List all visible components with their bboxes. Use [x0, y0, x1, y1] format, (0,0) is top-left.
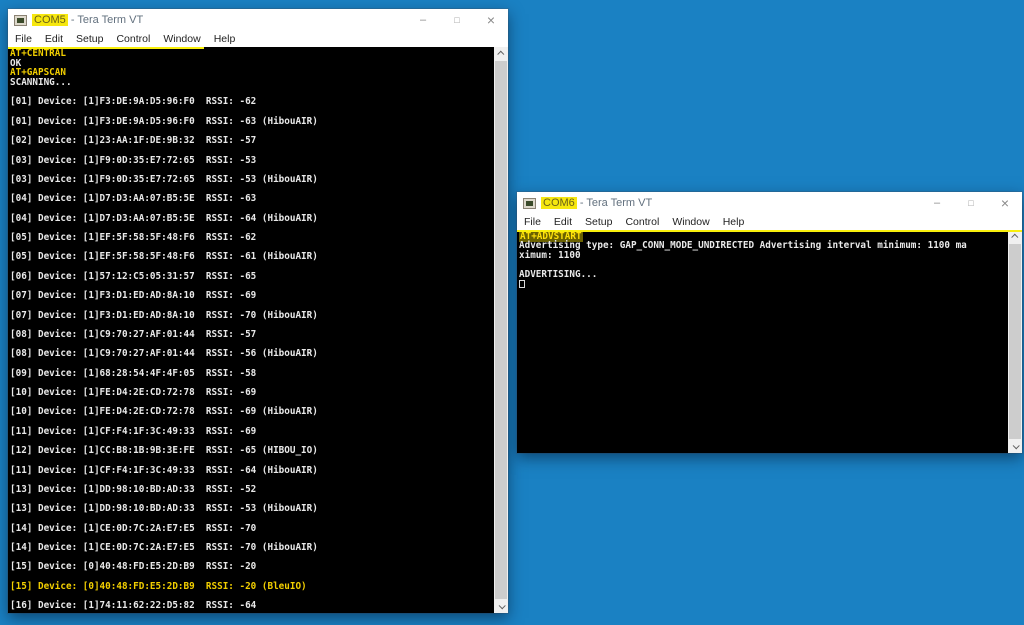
menu-setup[interactable]: Setup [585, 216, 612, 228]
terminal-line: [14] Device: [1]CE:0D:7C:2A:E7:E5 RSSI: … [10, 524, 492, 534]
teraterm-app-icon [14, 15, 27, 26]
menu-edit[interactable]: Edit [554, 216, 572, 228]
terminal-line: [15] Device: [0]40:48:FD:E5:2D:B9 RSSI: … [10, 562, 492, 572]
scroll-down-button[interactable] [1008, 440, 1022, 453]
terminal-line: [16] Device: [1]74:11:62:22:D5:82 RSSI: … [10, 601, 492, 611]
maximize-icon: □ [968, 198, 973, 208]
vertical-scrollbar[interactable] [1008, 230, 1022, 453]
terminal-line: Advertising type: GAP_CONN_MODE_UNDIRECT… [519, 241, 1006, 250]
maximize-button[interactable]: □ [954, 192, 988, 214]
terminal-line: [09] Device: [1]68:28:54:4F:4F:05 RSSI: … [10, 369, 492, 379]
terminal-line: [12] Device: [1]CC:B8:1B:9B:3E:FE RSSI: … [10, 446, 492, 456]
terminal-line: [06] Device: [1]57:12:C5:05:31:57 RSSI: … [10, 272, 492, 282]
terminal-line: [07] Device: [1]F3:D1:ED:AD:8A:10 RSSI: … [10, 291, 492, 301]
chevron-up-icon [1011, 234, 1018, 241]
terminal-line: [11] Device: [1]CF:F4:1F:3C:49:33 RSSI: … [10, 427, 492, 437]
scrollbar-thumb[interactable] [1009, 244, 1021, 439]
terminal-window-com6: COM6 - Tera Term VT – □ × File Edit Setup C… [517, 192, 1022, 453]
terminal-window-com5: COM5 - Tera Term VT – □ × File Edit Setup C… [8, 9, 508, 613]
title-suffix: - Tera Term VT [577, 197, 652, 209]
menu-file[interactable]: File [524, 216, 541, 228]
terminal-screen[interactable]: AT+CENTRALOKAT+GAPSCANSCANNING... [01] D… [8, 47, 508, 613]
yellow-highlight-marker [517, 230, 1022, 232]
close-icon: × [1001, 195, 1009, 211]
terminal-line: [03] Device: [1]F9:0D:35:E7:72:65 RSSI: … [10, 175, 492, 185]
terminal-line: [01] Device: [1]F3:DE:9A:D5:96:F0 RSSI: … [10, 117, 492, 127]
terminal-line: [03] Device: [1]F9:0D:35:E7:72:65 RSSI: … [10, 156, 492, 166]
terminal-line: AT+GAPSCAN [10, 68, 492, 78]
terminal-line: [01] Device: [1]F3:DE:9A:D5:96:F0 RSSI: … [10, 97, 492, 107]
close-button[interactable]: × [474, 9, 508, 31]
terminal-line: [04] Device: [1]D7:D3:AA:07:B5:5E RSSI: … [10, 194, 492, 204]
terminal-line: [05] Device: [1]EF:5F:58:5F:48:F6 RSSI: … [10, 233, 492, 243]
close-icon: × [487, 12, 495, 28]
minimize-icon: – [420, 14, 426, 26]
minimize-icon: – [934, 197, 940, 209]
terminal-line: [05] Device: [1]EF:5F:58:5F:48:F6 RSSI: … [10, 252, 492, 262]
terminal-line: [13] Device: [1]DD:98:10:BD:AD:33 RSSI: … [10, 504, 492, 514]
terminal-line: [02] Device: [1]23:AA:1F:DE:9B:32 RSSI: … [10, 136, 492, 146]
text-cursor [519, 280, 525, 288]
scroll-down-button[interactable] [494, 600, 508, 613]
chevron-down-icon [1012, 442, 1019, 449]
titlebar[interactable]: COM6 - Tera Term VT – □ × [517, 192, 1022, 214]
menu-window[interactable]: Window [163, 33, 200, 45]
scrollbar-thumb[interactable] [495, 61, 507, 599]
menu-help[interactable]: Help [723, 216, 745, 228]
menu-window[interactable]: Window [672, 216, 709, 228]
titlebar[interactable]: COM5 - Tera Term VT – □ × [8, 9, 508, 31]
terminal-line: [07] Device: [1]F3:D1:ED:AD:8A:10 RSSI: … [10, 311, 492, 321]
menu-file[interactable]: File [15, 33, 32, 45]
terminal-line: [08] Device: [1]C9:70:27:AF:01:44 RSSI: … [10, 349, 492, 359]
window-controls: – □ × [920, 192, 1022, 214]
terminal-line: [11] Device: [1]CF:F4:1F:3C:49:33 RSSI: … [10, 466, 492, 476]
window-title: COM6 - Tera Term VT [541, 197, 652, 209]
terminal-output: AT+CENTRALOKAT+GAPSCANSCANNING... [01] D… [10, 49, 492, 613]
terminal-line: AT+CENTRAL [10, 49, 492, 59]
port-highlight: COM6 [541, 197, 577, 209]
vertical-scrollbar[interactable] [494, 47, 508, 613]
menu-bar: File Edit Setup Control Window Help [517, 214, 1022, 230]
terminal-line: ADVERTISING... [519, 270, 1006, 279]
window-title: COM5 - Tera Term VT [32, 14, 143, 26]
terminal-screen[interactable]: AT+ADVSTARTAdvertising type: GAP_CONN_MO… [517, 230, 1022, 453]
terminal-line: [04] Device: [1]D7:D3:AA:07:B5:5E RSSI: … [10, 214, 492, 224]
terminal-line: ximum: 1100 [519, 251, 1006, 260]
menu-control[interactable]: Control [625, 216, 659, 228]
chevron-up-icon [497, 51, 504, 58]
menu-setup[interactable]: Setup [76, 33, 103, 45]
terminal-line: OK [10, 59, 492, 69]
terminal-line [519, 279, 1006, 288]
terminal-line: [10] Device: [1]FE:D4:2E:CD:72:78 RSSI: … [10, 388, 492, 398]
terminal-output: AT+ADVSTARTAdvertising type: GAP_CONN_MO… [519, 232, 1006, 288]
yellow-highlight-marker [8, 47, 204, 49]
terminal-line: [14] Device: [1]CE:0D:7C:2A:E7:E5 RSSI: … [10, 543, 492, 553]
menu-edit[interactable]: Edit [45, 33, 63, 45]
terminal-line: [13] Device: [1]DD:98:10:BD:AD:33 RSSI: … [10, 485, 492, 495]
terminal-line [10, 611, 492, 613]
scroll-up-button[interactable] [494, 47, 508, 60]
maximize-button[interactable]: □ [440, 9, 474, 31]
menu-bar: File Edit Setup Control Window Help [8, 31, 508, 47]
minimize-button[interactable]: – [920, 192, 954, 214]
chevron-down-icon [498, 602, 505, 609]
menu-help[interactable]: Help [214, 33, 236, 45]
port-highlight: COM5 [32, 14, 68, 26]
maximize-icon: □ [454, 15, 459, 25]
terminal-line: [15] Device: [0]40:48:FD:E5:2D:B9 RSSI: … [10, 582, 492, 592]
menu-control[interactable]: Control [116, 33, 150, 45]
teraterm-app-icon [523, 198, 536, 209]
window-controls: – □ × [406, 9, 508, 31]
terminal-line: [10] Device: [1]FE:D4:2E:CD:72:78 RSSI: … [10, 407, 492, 417]
minimize-button[interactable]: – [406, 9, 440, 31]
title-suffix: - Tera Term VT [68, 14, 143, 26]
desktop: { "window_controls": { "minimize": "–", … [0, 0, 1024, 625]
terminal-line: [08] Device: [1]C9:70:27:AF:01:44 RSSI: … [10, 330, 492, 340]
terminal-line: SCANNING... [10, 78, 492, 88]
close-button[interactable]: × [988, 192, 1022, 214]
